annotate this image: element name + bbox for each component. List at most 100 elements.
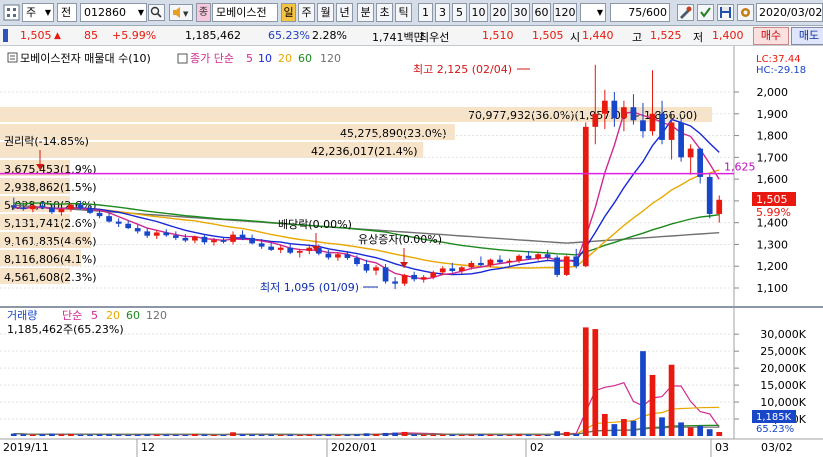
candle-up <box>535 254 541 259</box>
period-day-button[interactable]: 일 <box>281 3 296 22</box>
lc-label: LC:37.44 <box>756 54 801 65</box>
interval-120-button[interactable]: 120 <box>553 3 577 22</box>
volume-profile-label: 8,116,806(4.1%) <box>4 253 97 266</box>
volume-bar <box>382 432 389 436</box>
volume-bar <box>58 434 65 436</box>
interval-60-button[interactable]: 60 <box>532 3 551 22</box>
candle-up <box>211 240 217 243</box>
period-week-button[interactable]: 주 <box>298 3 315 22</box>
candle-down <box>258 243 265 247</box>
current-volume-pct: 65.23% <box>756 424 794 435</box>
candle-up <box>592 113 599 127</box>
quote-bar: 1,505 ▲ 85 +5.99% 1,185,462 65.23% 2.28%… <box>0 26 823 46</box>
volume-bar <box>601 413 608 436</box>
save-icon[interactable] <box>717 4 734 21</box>
candle-up <box>506 260 513 263</box>
date-input[interactable]: 2020/03/02 <box>756 3 823 22</box>
volume-bar <box>20 434 27 436</box>
ma5-label: 5 <box>246 52 253 65</box>
volume-bar <box>621 419 627 436</box>
code-input[interactable]: 012860 ▼ <box>80 3 147 22</box>
candle-down <box>678 122 684 158</box>
checkbox-icon[interactable] <box>697 4 714 21</box>
x-label-12: 12 <box>141 441 155 454</box>
gear-icon[interactable] <box>737 4 754 21</box>
candle-down <box>287 247 294 253</box>
candle-down <box>525 255 532 259</box>
interval-3-button[interactable]: 3 <box>435 3 450 22</box>
candle-down <box>106 216 112 222</box>
volume-bar <box>277 434 284 436</box>
period-second-button[interactable]: 초 <box>376 3 393 22</box>
speaker-icon[interactable]: ▼ <box>169 4 193 21</box>
candle-down <box>659 113 665 140</box>
interval-1-button[interactable]: 1 <box>418 3 433 22</box>
candle-down <box>220 240 227 242</box>
market-value: 주 <box>26 6 37 19</box>
date-value: 2020/03/02 <box>759 6 823 19</box>
panel-menu-icon[interactable] <box>7 52 18 63</box>
volume-profile-label: 9,161,835(4.6%) <box>4 235 97 248</box>
buy-button[interactable]: 매수 <box>753 27 789 45</box>
candle-up <box>58 209 65 213</box>
interval-30-button[interactable]: 30 <box>511 3 530 22</box>
candle-down <box>239 234 246 238</box>
candle-up <box>716 199 723 214</box>
fav-badge[interactable]: 종 <box>196 3 211 22</box>
candle-down <box>354 257 360 265</box>
candle-down <box>640 120 646 132</box>
interval-5-button[interactable]: 5 <box>452 3 467 22</box>
candle-up <box>29 205 36 210</box>
sell-button[interactable]: 매도 <box>791 27 823 45</box>
volume-bar <box>10 433 17 436</box>
candle-down <box>554 257 561 275</box>
ma120-label: 120 <box>320 52 341 65</box>
view-select[interactable]: 전 <box>57 3 77 22</box>
min-price-label: 최저 1,095 (01/09) <box>260 281 359 294</box>
volume-bar <box>659 417 665 436</box>
volume-bar <box>306 434 313 436</box>
volume-bar <box>39 434 46 436</box>
count-input[interactable]: 75/600 <box>610 3 670 22</box>
volume-bar <box>182 434 189 436</box>
candle-down <box>87 208 93 213</box>
hc-label: HC:-29.18 <box>756 65 806 76</box>
volume-value: 1,185,462 <box>185 29 241 42</box>
period-year-button[interactable]: 년 <box>336 3 353 22</box>
tools-icon[interactable] <box>677 4 694 21</box>
volume-bar <box>392 432 398 436</box>
price-tick-label: 2,000 <box>757 86 789 99</box>
candle-up <box>668 122 675 140</box>
price-tick-label: 1,100 <box>757 282 789 295</box>
volume-bar <box>87 434 93 436</box>
period-tick-button[interactable]: 틱 <box>395 3 412 22</box>
up-arrow-icon: ▲ <box>54 31 61 41</box>
period-month-button[interactable]: 월 <box>317 3 334 22</box>
grid-menu-icon[interactable] <box>3 4 20 21</box>
search-icon[interactable] <box>148 4 165 21</box>
ma-settings-icon[interactable] <box>177 53 188 64</box>
volume-bar <box>287 434 294 436</box>
custom-interval-input[interactable]: ▼ <box>580 3 606 22</box>
best-bid-label: 최우선 <box>419 31 450 44</box>
volume-ma-label: 단순 <box>62 309 82 322</box>
candle-down <box>96 212 103 217</box>
market-select[interactable]: 주 ▼ <box>22 3 54 22</box>
volume-bar <box>687 427 694 436</box>
candle-down <box>20 207 27 210</box>
volume-bar <box>668 364 675 436</box>
candle-up <box>192 236 198 241</box>
volume-tick-label: 25,000K <box>760 345 806 358</box>
interval-20-button[interactable]: 20 <box>490 3 509 22</box>
candle-down <box>144 231 151 236</box>
ma60-label: 60 <box>298 52 312 65</box>
candle-up <box>687 148 694 158</box>
candle-up <box>582 126 589 267</box>
candle-down <box>630 107 637 121</box>
stock-name-field[interactable]: 모베이스전 <box>212 3 278 22</box>
x-label-2019-11: 2019/11 <box>3 441 49 454</box>
period-minute-button[interactable]: 분 <box>357 3 374 22</box>
volume-bar <box>363 433 370 436</box>
interval-10-button[interactable]: 10 <box>469 3 488 22</box>
candle-down <box>382 267 389 282</box>
